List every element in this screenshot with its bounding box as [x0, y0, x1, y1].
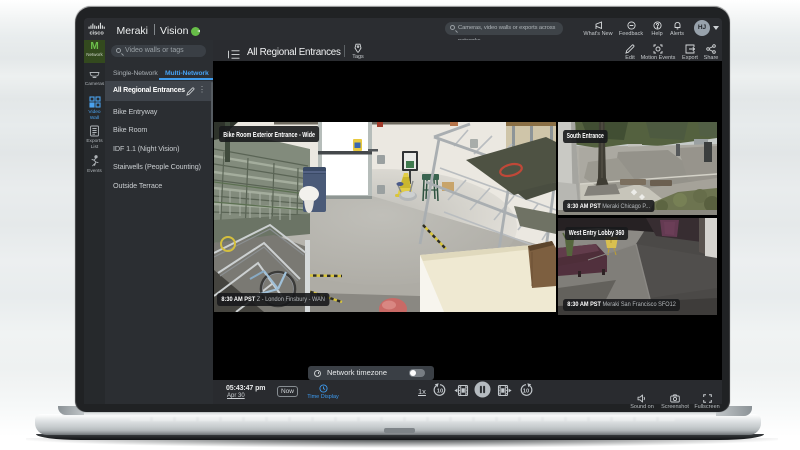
svg-text:10: 10: [437, 388, 443, 394]
svg-text:10: 10: [523, 388, 529, 394]
svg-text:cisco: cisco: [89, 30, 104, 35]
